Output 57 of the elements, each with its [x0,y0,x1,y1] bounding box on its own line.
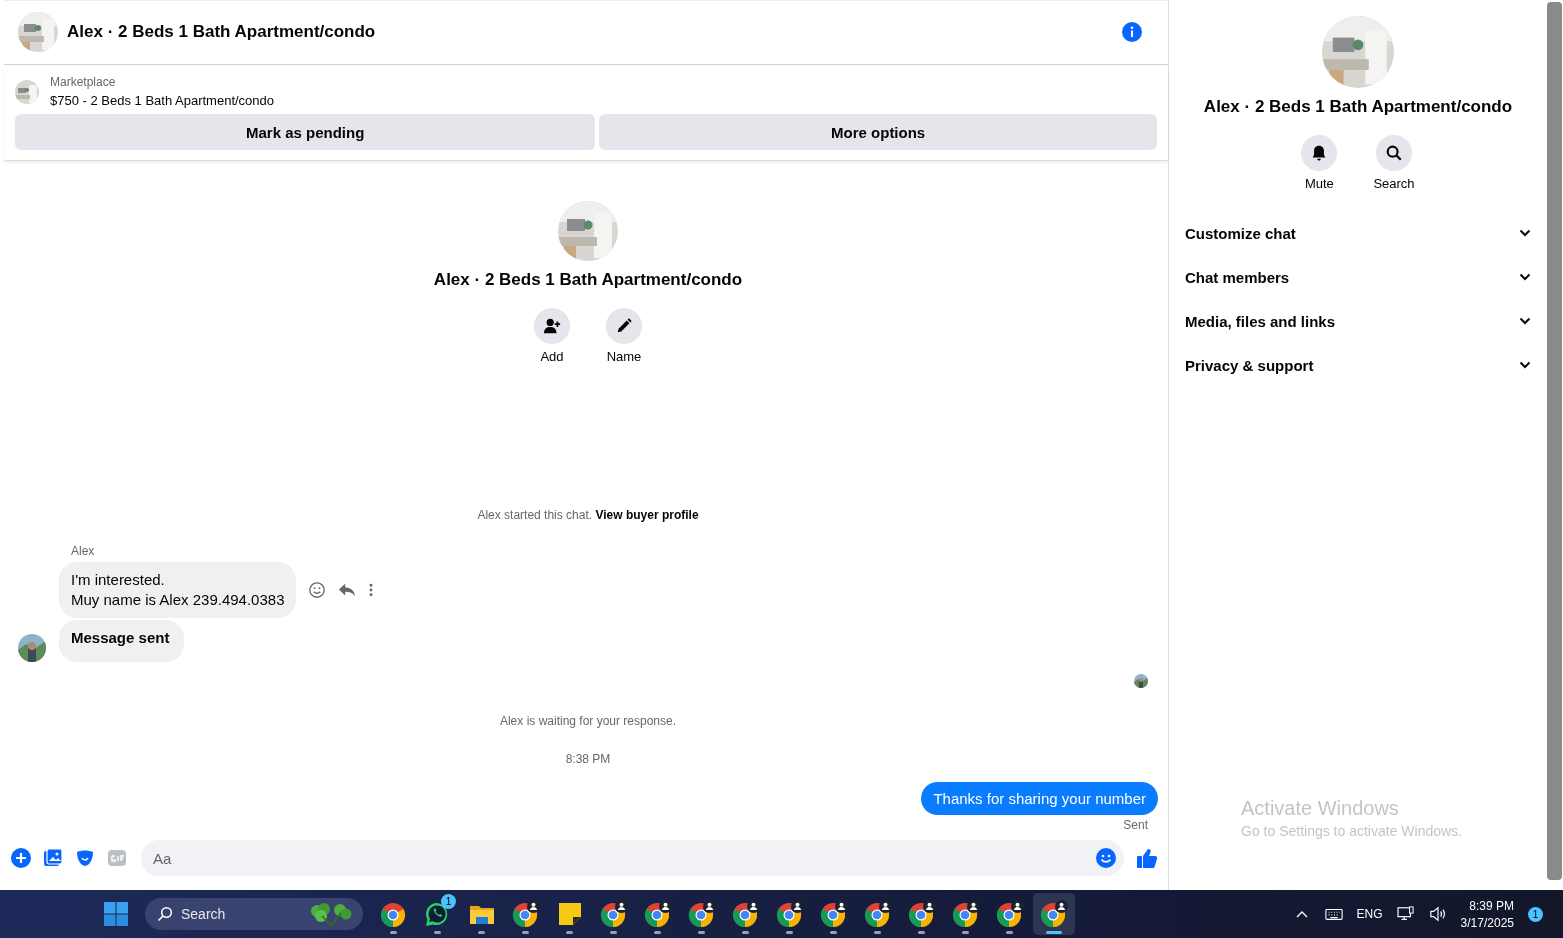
mark-pending-button[interactable]: Mark as pending [15,114,596,150]
notification-badge: 1 [441,894,456,909]
mute-button[interactable] [1301,135,1338,171]
waiting-notice: Alex is waiting for your response. [499,714,677,728]
listing-title[interactable]: $750 - 2 Beds 1 Bath Apartment/condo [50,93,275,108]
section-header[interactable]: Privacy & support [1185,343,1531,387]
clock-date[interactable]: 3/17/2025 [1460,915,1514,930]
more-icon[interactable] [368,582,375,598]
emoji-icon[interactable] [1096,848,1116,868]
search-icon [157,906,173,922]
message-field[interactable]: Aa [141,840,1124,876]
language-indicator[interactable]: ENG [1356,907,1383,921]
network-icon[interactable] [1396,906,1415,922]
search-label: Search [1373,176,1415,191]
search-icon [1385,144,1403,162]
keyboard-icon[interactable] [1324,906,1343,922]
react-icon[interactable] [308,581,327,599]
more-options-button[interactable]: More options [599,114,1157,150]
chat-title: Alex · 2 Beds 1 Bath Apartment/condo [67,22,377,42]
section-header[interactable]: Media, files and links [1185,299,1531,343]
reply-icon[interactable] [338,581,357,599]
edit-name-button[interactable] [606,308,642,344]
message-bubble: Thanks for sharing your number [921,782,1158,815]
chat-name: Alex · 2 Beds 1 Bath Apartment/condo [1203,97,1513,117]
activation-title: Activate Windows [1241,797,1400,820]
thumbs-up-icon[interactable] [1136,847,1158,869]
volume-icon[interactable] [1428,906,1447,922]
chat-started-notice: Alex started this chat. View buyer profile [477,508,699,522]
taskbar-app-button[interactable] [1033,893,1075,935]
taskbar-search-field[interactable]: Search [145,898,363,930]
section-header[interactable]: Chat members [1185,255,1531,299]
mute-label: Mute [1304,176,1334,191]
listing-source: Marketplace [50,75,117,89]
notification-badge[interactable]: 1 [1528,906,1543,922]
view-buyer-profile-link[interactable]: View buyer profile [595,508,699,522]
pencil-icon [615,317,633,335]
add-person-icon [543,317,561,335]
section-header[interactable]: Customize chat [1185,211,1531,255]
photo-icon[interactable] [43,848,63,868]
activation-subtitle: Go to Settings to activate Windows. [1241,823,1462,839]
sender-name: Alex [71,544,96,558]
message-bubble: Message sent [59,620,185,662]
sticker-icon[interactable] [75,848,95,868]
taskbar-app-button[interactable]: 1 [417,893,459,935]
sent-status: Sent [1123,818,1148,832]
search-button[interactable] [1376,135,1412,171]
plus-icon[interactable] [11,848,31,868]
windows-start-icon[interactable] [104,902,128,926]
info-icon[interactable] [1122,22,1142,42]
chat-name: Alex · 2 Beds 1 Bath Apartment/condo [433,270,743,290]
add-person-button[interactable] [534,308,570,344]
clock-time[interactable]: 8:39 PM [1469,898,1514,913]
message-bubble: I'm interested. Muy name is Alex 239.494.0383 [59,562,297,618]
timestamp: 8:38 PM [565,752,611,766]
name-label: Name [606,349,642,364]
sticky-note-icon [556,900,584,928]
add-label: Add [540,349,564,364]
